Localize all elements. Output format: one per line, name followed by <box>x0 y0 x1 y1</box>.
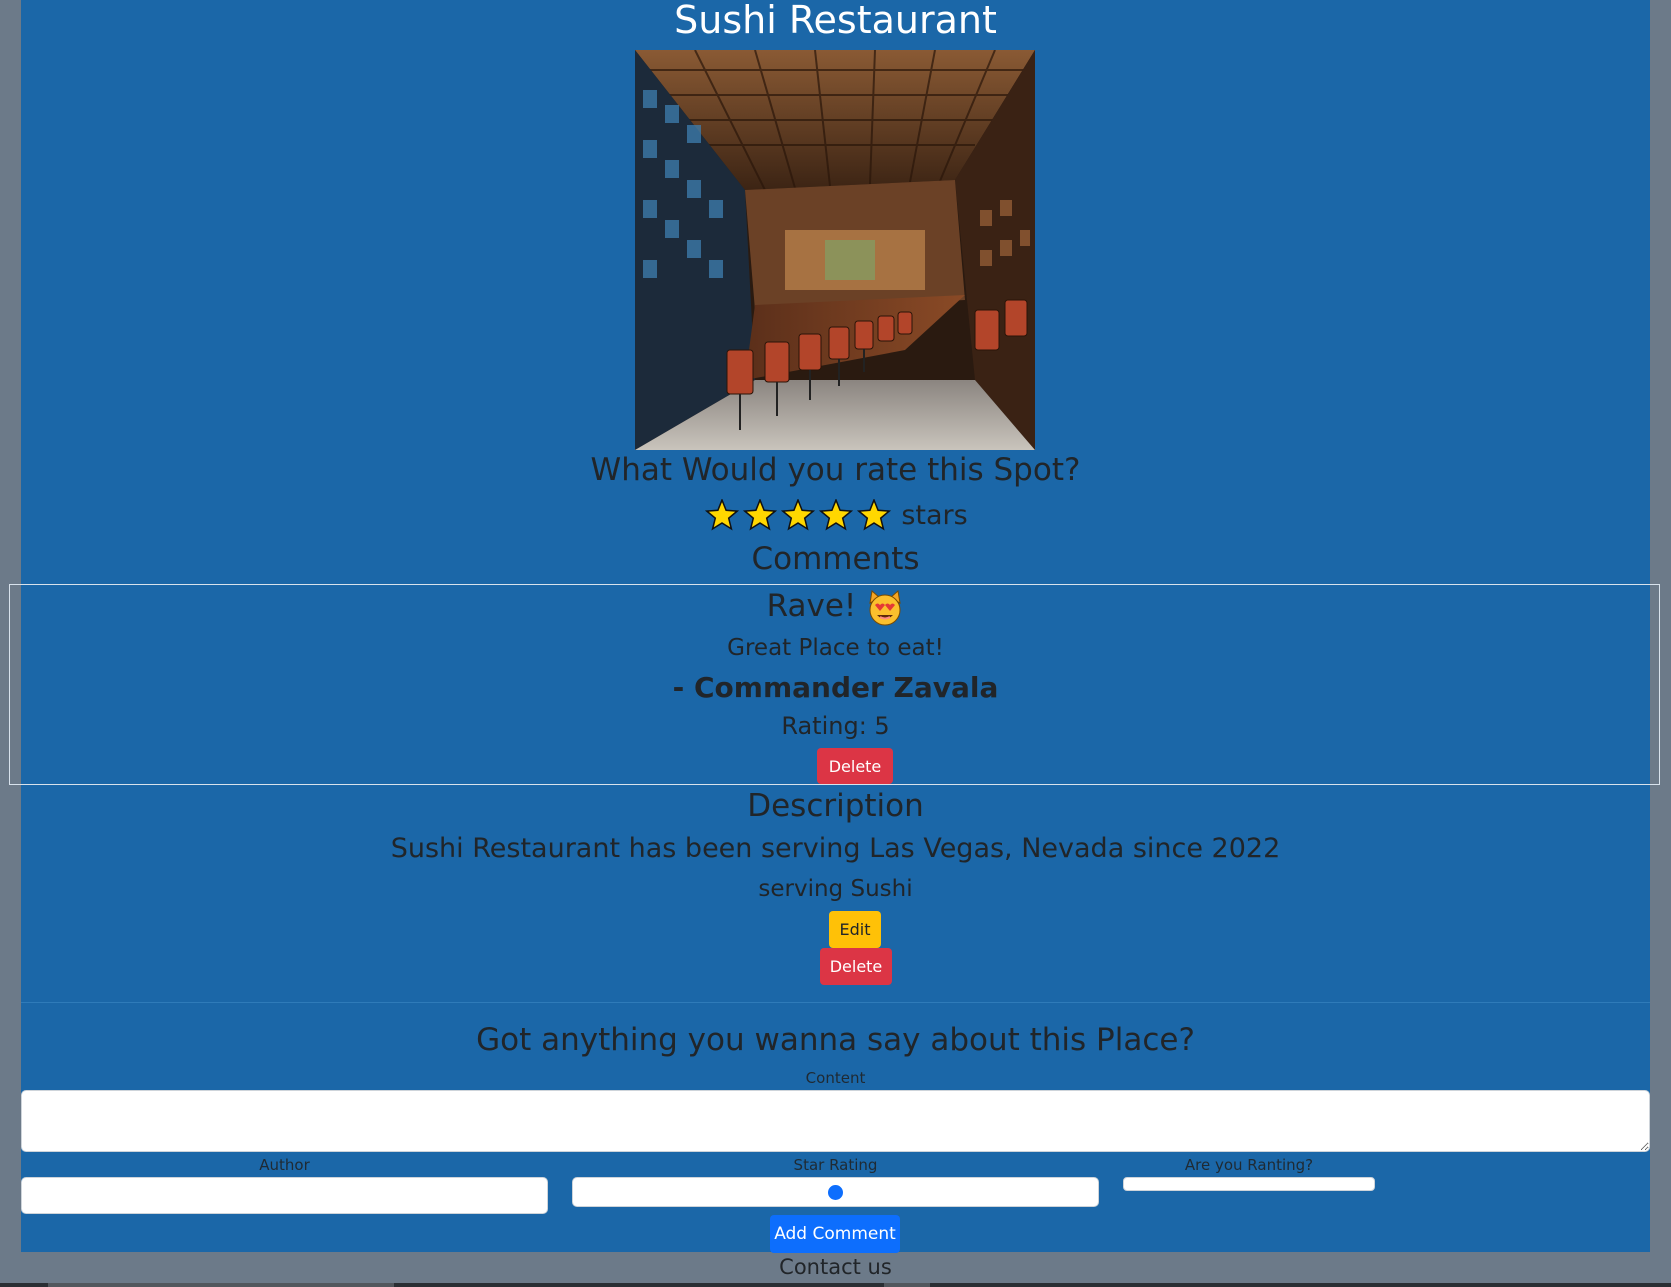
stars-label: stars <box>901 499 968 531</box>
taskbar-segment <box>48 1283 394 1287</box>
star-icon <box>705 498 740 531</box>
author-input[interactable] <box>21 1177 548 1214</box>
delete-comment-button[interactable]: Delete <box>817 748 893 784</box>
taskbar-strip <box>0 1283 1671 1287</box>
delete-place-button[interactable]: Delete <box>820 948 892 985</box>
star-icon <box>819 498 854 531</box>
add-comment-button[interactable]: Add Comment <box>770 1215 900 1253</box>
contact-us-link[interactable]: Contact us <box>0 1252 1671 1282</box>
rating-prompt: What Would you rate this Spot? <box>590 452 1081 488</box>
slider-thumb[interactable] <box>827 1185 843 1200</box>
star-icon <box>781 498 816 531</box>
star-rating-display: stars <box>21 496 1650 534</box>
page-title: Sushi Restaurant <box>674 0 997 42</box>
stars-container <box>703 498 893 531</box>
star-icon <box>743 498 778 531</box>
restaurant-photo <box>635 50 1035 450</box>
content-textarea[interactable] <box>21 1090 1650 1152</box>
taskbar-segment <box>884 1283 930 1287</box>
edit-place-button[interactable]: Edit <box>829 911 881 948</box>
star-icon <box>857 498 892 531</box>
star-rating-slider[interactable] <box>572 1177 1099 1207</box>
comments-heading: Comments <box>751 541 920 577</box>
rant-toggle[interactable] <box>1123 1177 1375 1191</box>
